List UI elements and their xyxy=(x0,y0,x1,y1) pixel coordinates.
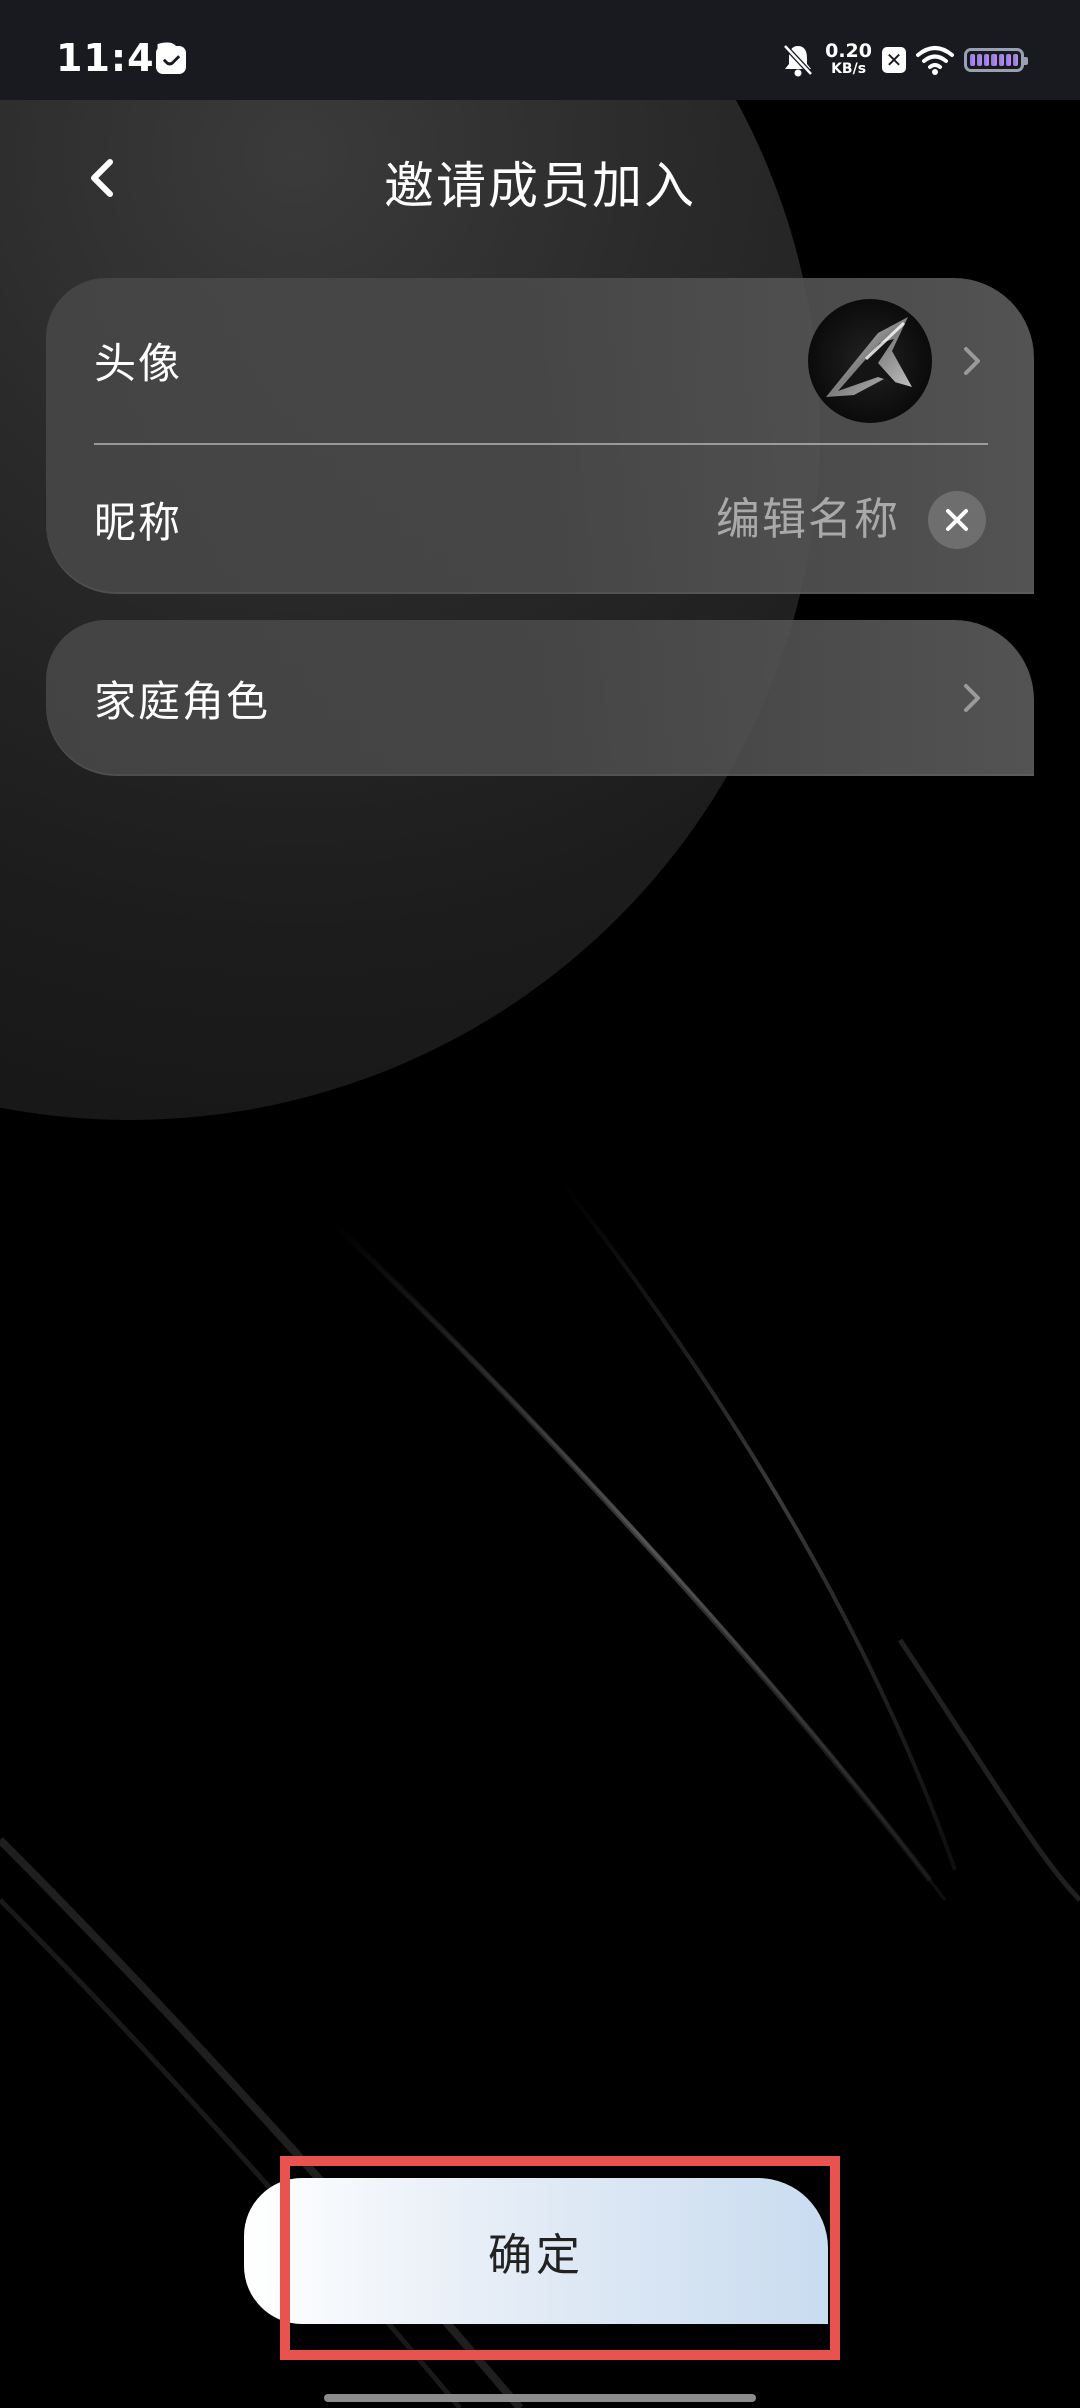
chevron-right-icon xyxy=(964,346,980,375)
clear-button[interactable] xyxy=(928,490,986,549)
avatar-label: 头像 xyxy=(94,339,183,388)
screen: 11:42 0.20 KB/s ✕ 邀请成员加入 头像 昵称 编辑名称 家庭角色… xyxy=(0,0,1080,2408)
role-card: 家庭角色 xyxy=(46,620,1034,776)
confirm-button-wrap: 确定 xyxy=(244,2178,828,2324)
message-notification-icon xyxy=(156,46,186,74)
status-bar: 11:42 0.20 KB/s ✕ xyxy=(0,0,1080,100)
x-badge-icon: ✕ xyxy=(882,47,906,73)
bell-muted-icon xyxy=(783,44,813,77)
battery-icon xyxy=(964,48,1028,72)
avatar-logo-image xyxy=(826,316,912,397)
home-indicator[interactable] xyxy=(324,2394,756,2402)
page-title: 邀请成员加入 xyxy=(384,157,696,215)
family-role-label: 家庭角色 xyxy=(94,676,271,726)
network-speed: 0.20 KB/s xyxy=(825,42,872,78)
nickname-input[interactable] xyxy=(538,493,902,546)
network-speed-value: 0.20 xyxy=(825,40,872,62)
profile-card: 头像 昵称 编辑名称 xyxy=(46,278,1034,594)
avatar[interactable] xyxy=(808,298,932,423)
confirm-button[interactable]: 确定 xyxy=(244,2178,828,2324)
header: 邀请成员加入 xyxy=(0,100,1080,260)
chevron-right-icon xyxy=(964,684,980,712)
wifi-icon xyxy=(916,46,954,75)
nickname-row: 昵称 xyxy=(46,445,1034,594)
network-speed-unit: KB/s xyxy=(831,61,867,77)
close-icon xyxy=(946,508,968,531)
nickname-label: 昵称 xyxy=(94,498,183,547)
family-role-row[interactable]: 家庭角色 xyxy=(46,620,1034,776)
avatar-row[interactable]: 头像 xyxy=(46,278,1034,443)
status-icons: 0.20 KB/s ✕ xyxy=(781,40,1028,80)
